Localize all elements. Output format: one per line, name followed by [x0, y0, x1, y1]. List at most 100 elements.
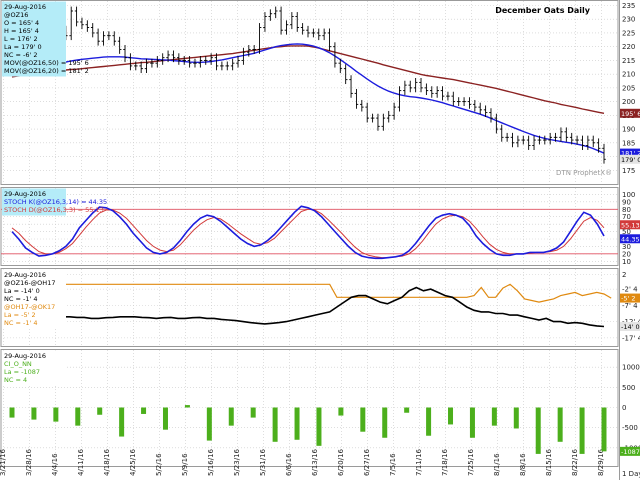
cot-legend-line: NC = 4: [4, 376, 27, 384]
price-y-tick-label: 230: [622, 16, 635, 24]
cot-bar: [579, 407, 585, 454]
price-y-tick-label: 210: [622, 71, 635, 79]
price-legend-line: H = 165' 4: [4, 27, 39, 35]
cot-bar: [513, 407, 519, 429]
cot-y-tick-label: 1000: [622, 364, 640, 372]
spread-legend-line: NC = -1' 4: [4, 295, 37, 303]
x-tick-label: 4/18/16: [103, 448, 111, 476]
cot-bar: [404, 407, 410, 413]
spread-legend-line: 29-Aug-2016: [4, 271, 46, 279]
cot-bar: [491, 407, 497, 426]
spread-legend-line: @OZ16-@OH17: [4, 279, 55, 287]
stoch-y-tick-label: 10: [622, 258, 631, 266]
stoch-legend-line: STOCH D(@OZ16,3,3) = 55.13: [4, 206, 104, 214]
interval-label: 1 Day: [622, 470, 640, 478]
stoch-y-tick-label: 30: [622, 243, 631, 251]
stoch-y-tick-label: 80: [622, 206, 631, 214]
x-tick-label: 7/18/16: [441, 448, 449, 476]
panel-frame-3: [0, 349, 619, 467]
spread-value-tag: -14' 0: [621, 323, 640, 331]
cot-bar: [469, 407, 475, 438]
spread-value-tag: -5' 2: [621, 295, 635, 303]
cot-legend-line: La = -1087: [4, 368, 40, 376]
x-tick-label: 5/2/16: [155, 453, 163, 476]
price-value-tag: 179' 0: [621, 156, 640, 164]
stoch-value-tag: 55.13: [621, 221, 640, 229]
watermark: DTN ProphetX®: [556, 169, 612, 177]
x-tick-label: 6/27/16: [363, 448, 371, 476]
cot-bar: [184, 405, 190, 408]
price-legend-line: O = 165' 4: [4, 19, 39, 27]
stoch-legend-line: 29-Aug-2016: [4, 190, 46, 198]
x-tick-label: 8/29/16: [597, 448, 605, 476]
price-y-tick-label: 200: [622, 98, 635, 106]
cot-bar: [206, 407, 212, 441]
x-tick-label: 8/22/16: [571, 448, 579, 476]
price-y-tick-label: 215: [622, 57, 635, 65]
stoch-y-tick-label: 90: [622, 198, 631, 206]
x-tick-label: 7/25/16: [467, 448, 475, 476]
stoch-y-tick-label: 100: [622, 191, 635, 199]
spread-y-tick-label: 2: [622, 271, 626, 279]
spread-y-tick-label: -7' 4: [622, 302, 638, 310]
price-legend-line: L = 176' 2: [4, 35, 38, 43]
cot-bar: [75, 407, 81, 426]
stoch-legend-line: STOCH K(@OZ16,3,14) = 44.35: [4, 198, 107, 206]
price-y-tick-label: 185: [622, 139, 635, 147]
cot-bar: [448, 407, 454, 425]
price-value-tag: 195' 6: [621, 110, 640, 118]
price-legend-line: @OZ16: [4, 11, 28, 19]
x-tick-label: 4/25/16: [129, 448, 137, 476]
price-legend-line: 29-Aug-2016: [4, 3, 46, 11]
x-tick-label: 5/9/16: [181, 453, 189, 476]
panel-frame-0: [0, 0, 619, 185]
x-tick-label: 3/28/16: [25, 448, 33, 476]
chart-canvas: 3/21/16 3/28/16 4/4/16 4/11/16 4/18/16 4/25/1…: [0, 0, 640, 480]
x-tick-label: 7/5/16: [389, 453, 397, 476]
spread-legend-line: La = -5' 2: [4, 311, 36, 319]
cot-bar: [316, 407, 322, 446]
cot-bar: [53, 407, 59, 422]
price-y-tick-label: 225: [622, 29, 635, 37]
cot-bar: [119, 407, 125, 437]
x-tick-label: 6/20/16: [337, 448, 345, 476]
x-tick-label: 7/11/16: [415, 448, 423, 476]
cot-bar: [141, 407, 147, 414]
cot-y-tick-label: 500: [622, 384, 635, 392]
price-y-tick-label: 220: [622, 43, 635, 51]
cot-value-tag: -1087: [621, 448, 640, 456]
cot-y-tick-label: 0: [622, 404, 626, 412]
x-tick-label: 6/6/16: [285, 453, 293, 476]
price-legend-line: NC = -6' 2: [4, 51, 37, 59]
x-tick-label: 8/8/16: [519, 453, 527, 476]
stoch-value-tag: 44.35: [621, 235, 640, 243]
price-legend-line: MOV(@OZ16,20) = 181' 2: [4, 67, 89, 75]
price-y-tick-label: 175: [622, 167, 635, 175]
cot-bar: [426, 407, 432, 436]
spread-legend-line: @OH17-@OK17: [4, 303, 55, 311]
panel-frame-2: [0, 268, 619, 347]
x-tick-label: 5/23/16: [233, 448, 241, 476]
spread-y-tick-label: -2' 4: [622, 286, 638, 294]
cot-bar: [97, 407, 103, 415]
x-tick-label: 6/13/16: [311, 448, 319, 476]
cot-bar: [294, 407, 300, 440]
x-tick-label: 5/31/16: [259, 448, 267, 476]
spread-legend-line: La = -14' 0: [4, 287, 40, 295]
x-tick-label: 4/4/16: [51, 453, 59, 476]
cot-bar: [338, 407, 344, 416]
price-y-tick-label: 190: [622, 126, 635, 134]
cot-bar: [601, 407, 607, 452]
cot-legend-line: 29-Aug-2016: [4, 352, 46, 360]
cot-bar: [557, 407, 563, 442]
page-title: December Oats Daily: [495, 6, 591, 15]
cot-bar: [272, 407, 278, 442]
x-tick-label: 8/15/16: [545, 448, 553, 476]
x-tick-label: 4/11/16: [77, 448, 85, 476]
price-y-tick-label: 205: [622, 84, 635, 92]
cot-bar: [31, 407, 37, 420]
cot-bar: [162, 407, 168, 430]
x-tick-label: 3/21/16: [0, 448, 7, 476]
stoch-y-tick-label: 20: [622, 250, 631, 258]
x-tick-label: 8/1/16: [493, 453, 501, 476]
